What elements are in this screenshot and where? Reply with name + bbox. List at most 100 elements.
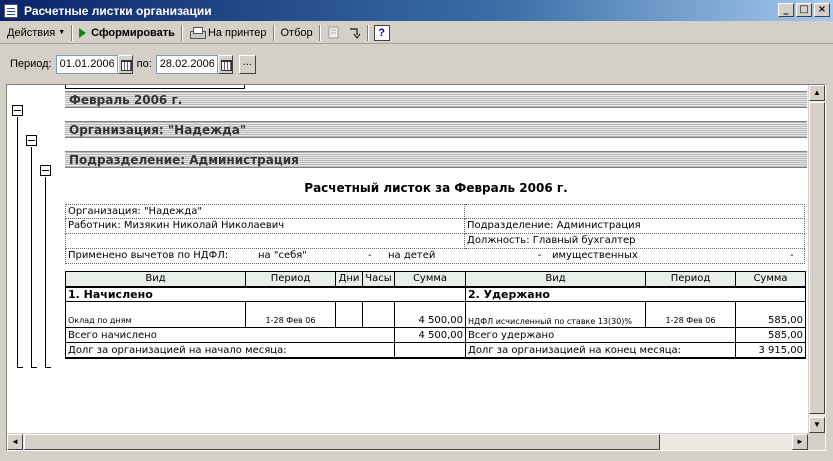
total-withheld-label: Всего удержано	[465, 327, 736, 343]
collapse-group-icon[interactable]	[26, 135, 37, 146]
window-title: Расчетные листки организации	[24, 3, 212, 18]
select-period-button[interactable]: ...	[238, 54, 256, 74]
minimize-button[interactable]: _	[778, 3, 794, 17]
cell-cursor	[65, 85, 245, 89]
ndfl-self-label: на "себя"	[258, 250, 307, 261]
group-line	[31, 147, 32, 367]
group-line	[17, 367, 23, 368]
scroll-left-button[interactable]: ◄	[7, 434, 23, 450]
employee-info: Организация: "Надежда" Работник: Мизякин…	[65, 204, 805, 264]
period-to-input[interactable]	[155, 54, 218, 74]
ndfl-property-label: имущественных	[552, 250, 638, 261]
ndfl-children-label: на детей	[388, 250, 436, 261]
collapse-group-icon[interactable]	[12, 105, 23, 116]
ndfl-self-value: -	[368, 250, 372, 261]
payslip-table: Вид Период Дни Часы Сумма Вид Период Сум…	[65, 271, 806, 359]
info-employee: Работник: Мизякин Николай Николаевич	[65, 219, 465, 234]
refresh-button[interactable]	[344, 24, 364, 42]
horizontal-scrollbar[interactable]: ◄ ►	[7, 433, 808, 450]
document-icon	[4, 3, 18, 18]
ndfl-label: Применено вычетов по НДФЛ:	[68, 250, 229, 261]
info-position: Должность: Главный бухгалтер	[465, 234, 805, 249]
table-header-row: Вид Период Дни Часы Сумма Вид Период Сум…	[65, 271, 806, 288]
column-header: Сумма	[394, 271, 466, 288]
refresh-icon	[349, 27, 361, 39]
toolbar-separator	[318, 24, 321, 41]
toolbar-separator	[180, 24, 183, 41]
totals-row: Всего начислено 4 500,00 Всего удержано …	[65, 327, 806, 343]
filter-button[interactable]: Отбор	[278, 23, 316, 43]
payslip-title: Расчетный листок за Февраль 2006 г.	[304, 181, 568, 195]
period-label: Период:	[10, 58, 52, 70]
total-accrued-label: Всего начислено	[65, 327, 395, 343]
scroll-down-button[interactable]: ▼	[809, 417, 825, 433]
title-bar: Расчетные листки организации _ □ ×	[0, 0, 833, 21]
play-icon	[79, 27, 87, 38]
info-empty	[465, 204, 805, 219]
debt-start-label: Долг за организацией на начало месяца:	[65, 342, 395, 359]
actions-label: Действия	[7, 26, 56, 39]
period-from-input[interactable]	[55, 54, 118, 74]
scroll-up-button[interactable]: ▲	[809, 85, 825, 101]
info-ndfl-deductions: Применено вычетов по НДФЛ: на "себя" - н…	[65, 249, 805, 264]
group-line	[17, 117, 18, 367]
settings-button[interactable]	[324, 24, 344, 42]
period-selector: Период: по: ...	[0, 52, 833, 76]
accrued-hours	[362, 301, 395, 328]
vertical-scrollbar[interactable]: ▲ ▼	[808, 85, 825, 433]
print-button[interactable]: На принтер	[186, 23, 270, 43]
collapse-group-icon[interactable]	[40, 165, 51, 176]
toolbar: Действия ▼ Сформировать На принтер Отбор…	[0, 22, 833, 44]
debt-row: Долг за организацией на начало месяца: Д…	[65, 342, 806, 359]
column-header: Часы	[362, 271, 395, 288]
withheld-kind: НДФЛ исчисленный по ставке 13(30)%	[465, 301, 646, 328]
calendar-icon[interactable]	[217, 54, 233, 74]
accrued-days	[335, 301, 363, 328]
info-organization: Организация: "Надежда"	[65, 204, 465, 219]
calendar-icon[interactable]	[117, 54, 133, 74]
accrued-kind: Оклад по дням	[65, 301, 246, 328]
section-row: 1. Начислено 2. Удержано	[65, 286, 806, 302]
ndfl-children-value: -	[538, 250, 542, 261]
accrued-section-title: 1. Начислено	[65, 286, 466, 302]
print-label: На принтер	[207, 26, 267, 39]
actions-menu-button[interactable]: Действия ▼	[4, 23, 68, 43]
total-withheld-value: 585,00	[735, 327, 806, 343]
info-department: Подразделение: Администрация	[465, 219, 805, 234]
report-content: Февраль 2006 г. Организация: "Надежда" П…	[65, 85, 807, 433]
group-line	[31, 367, 37, 368]
vertical-scroll-thumb[interactable]	[809, 102, 825, 414]
generate-button[interactable]: Сформировать	[76, 23, 178, 43]
scroll-right-button[interactable]: ►	[792, 434, 808, 450]
info-empty	[65, 234, 465, 249]
debt-end-label: Долг за организацией на конец месяца:	[465, 342, 736, 359]
group-header-department[interactable]: Подразделение: Администрация	[65, 151, 807, 168]
table-row: Оклад по дням 1-28 Фев 06 4 500,00 НДФЛ …	[65, 301, 806, 328]
close-button[interactable]: ×	[814, 3, 830, 17]
generate-label: Сформировать	[91, 26, 175, 39]
column-header: Вид	[465, 271, 646, 288]
column-header: Вид	[65, 271, 246, 288]
toolbar-separator	[71, 24, 74, 41]
scroll-corner	[808, 433, 825, 450]
accrued-period: 1-28 Фев 06	[245, 301, 336, 328]
printer-icon	[189, 26, 206, 39]
filter-label: Отбор	[280, 26, 313, 39]
debt-end-value: 3 915,00	[735, 342, 806, 359]
toolbar-separator	[272, 24, 275, 41]
accrued-sum: 4 500,00	[394, 301, 466, 328]
column-header: Период	[645, 271, 736, 288]
group-header-month[interactable]: Февраль 2006 г.	[65, 91, 807, 108]
maximize-button[interactable]: □	[796, 3, 812, 17]
help-icon: ?	[373, 24, 390, 41]
withheld-sum: 585,00	[735, 301, 806, 328]
withheld-period: 1-28 Фев 06	[645, 301, 736, 328]
period-to-label: по:	[136, 58, 152, 70]
group-header-organization[interactable]: Организация: "Надежда"	[65, 121, 807, 138]
column-header: Период	[245, 271, 336, 288]
horizontal-scroll-thumb[interactable]	[24, 434, 660, 450]
toolbar-separator	[366, 24, 369, 41]
ndfl-property-value: -	[790, 250, 794, 261]
column-header: Дни	[335, 271, 363, 288]
help-button[interactable]: ?	[372, 24, 392, 42]
